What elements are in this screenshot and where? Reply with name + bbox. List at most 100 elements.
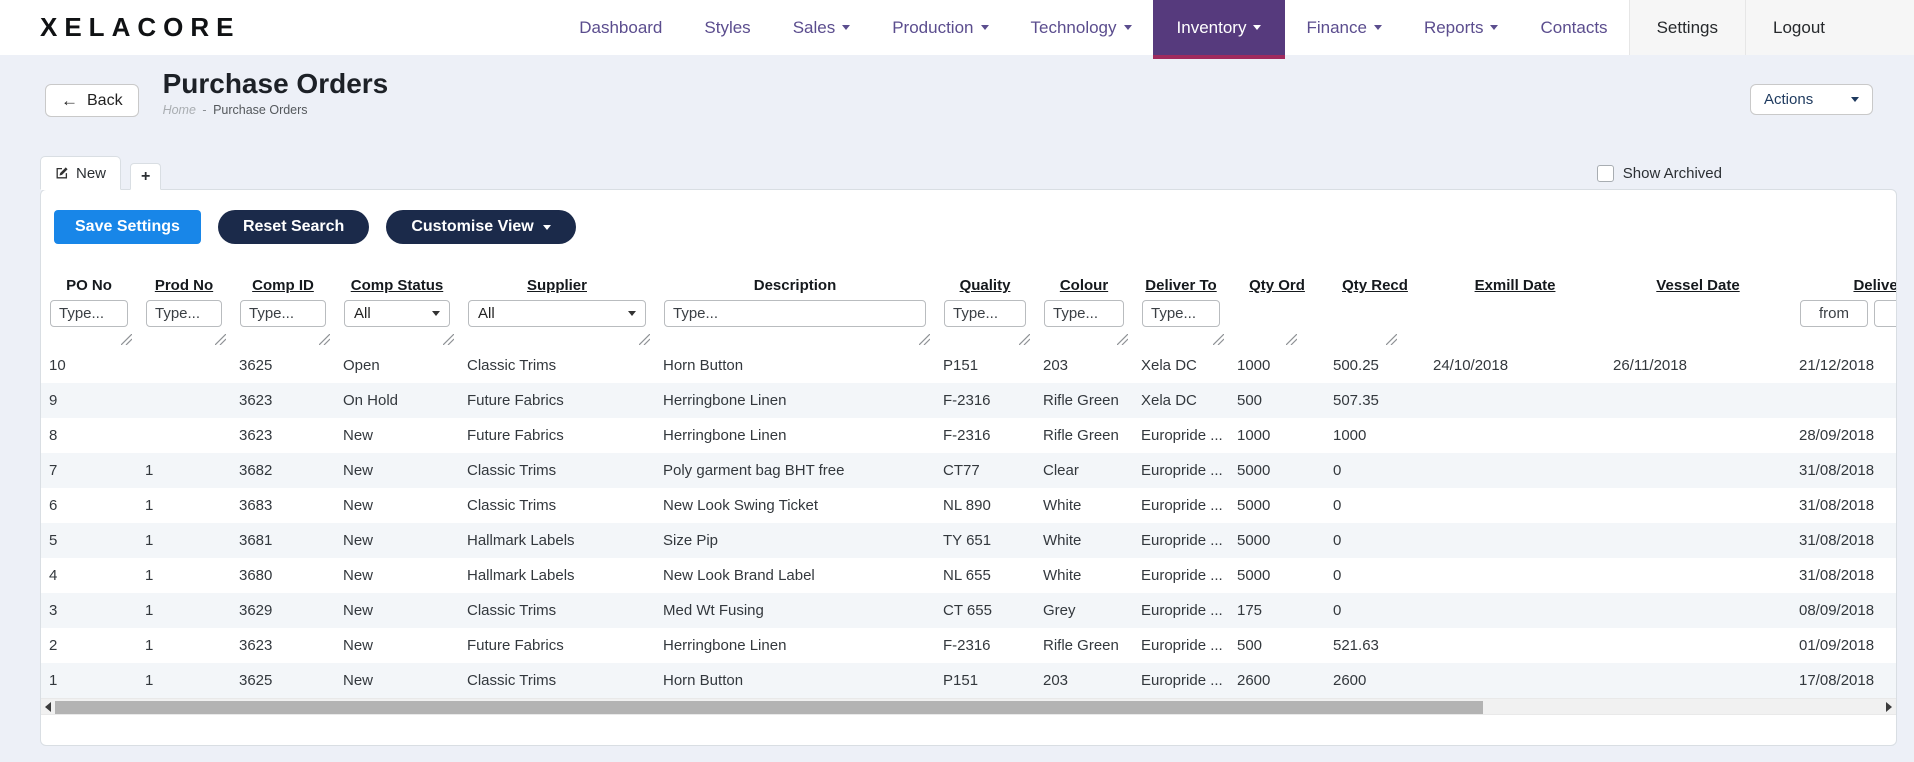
nav-item-sales[interactable]: Sales: [772, 0, 872, 55]
show-archived-checkbox[interactable]: [1596, 164, 1614, 182]
nav-item-logout[interactable]: Logout: [1745, 0, 1852, 55]
resize-grip-icon[interactable]: [1116, 333, 1129, 346]
cell-description: Herringbone Linen: [663, 637, 787, 654]
show-archived-control: Show Archived: [1596, 164, 1722, 182]
nav-item-technology[interactable]: Technology: [1010, 0, 1153, 55]
filter-cell-quality: [935, 300, 1035, 348]
cell-prod-no: 1: [145, 567, 154, 584]
filter-input-description[interactable]: [664, 300, 926, 327]
actions-dropdown-button[interactable]: Actions: [1750, 84, 1873, 115]
resize-grip-icon[interactable]: [918, 333, 931, 346]
cell-quality: NL 890: [943, 497, 991, 514]
table-row[interactable]: 10 3625 Open Classic Trims Horn Button P151 20…: [41, 348, 1896, 383]
table-row[interactable]: 7 1 3682 New Classic Trims Poly garment bag B…: [41, 453, 1896, 488]
filter-cell-po-no: [41, 300, 137, 348]
resize-grip-icon[interactable]: [442, 333, 455, 346]
column-header-supplier[interactable]: Supplier: [459, 277, 655, 300]
column-header-comp-id[interactable]: Comp ID: [231, 277, 335, 300]
column-header-po-no: PO No: [66, 277, 112, 294]
horizontal-scrollbar[interactable]: [41, 698, 1896, 715]
nav-item-finance[interactable]: Finance: [1285, 0, 1402, 55]
cell-description: Size Pip: [663, 532, 719, 549]
reset-search-button[interactable]: Reset Search: [217, 210, 370, 244]
caret-down-icon: [1490, 25, 1499, 30]
scroll-left-arrow-icon[interactable]: [45, 702, 51, 712]
filter-cell-prod-no: [137, 300, 231, 348]
breadcrumb-home[interactable]: Home: [163, 103, 196, 117]
column-header-colour[interactable]: Colour: [1035, 277, 1133, 300]
cell-qty-ord: 5000: [1237, 567, 1271, 584]
filter-cell-comp-id: [231, 300, 335, 348]
filter-input-comp-id[interactable]: [240, 300, 326, 327]
resize-grip-icon[interactable]: [1018, 333, 1031, 346]
column-header-quality[interactable]: Quality: [935, 277, 1035, 300]
resize-grip-icon[interactable]: [1385, 333, 1398, 346]
nav-item-contacts[interactable]: Contacts: [1519, 0, 1628, 55]
nav-item-production[interactable]: Production: [871, 0, 1009, 55]
table-row[interactable]: 3 1 3629 New Classic Trims Med Wt Fusing CT 65…: [41, 593, 1896, 628]
breadcrumb-current: Purchase Orders: [213, 103, 308, 117]
table-row[interactable]: 9 3623 On Hold Future Fabrics Herringbone Li…: [41, 383, 1896, 418]
filter-select-comp-status[interactable]: All: [344, 300, 450, 327]
column-header-qty-ord[interactable]: Qty Ord: [1229, 277, 1325, 300]
resize-grip-icon[interactable]: [318, 333, 331, 346]
column-header-comp-status[interactable]: Comp Status: [335, 277, 459, 300]
resize-grip-icon[interactable]: [1212, 333, 1225, 346]
nav-item-dashboard[interactable]: Dashboard: [558, 0, 683, 55]
nav-item-reports[interactable]: Reports: [1403, 0, 1520, 55]
scroll-right-arrow-icon[interactable]: [1886, 702, 1892, 712]
column-header-prod-no[interactable]: Prod No: [137, 277, 231, 300]
filter-input-quality[interactable]: [944, 300, 1026, 327]
column-header-deliver-to[interactable]: Deliver To: [1133, 277, 1229, 300]
cell-prod-no: 1: [145, 672, 154, 689]
resize-grip-icon[interactable]: [214, 333, 227, 346]
filter-input-colour[interactable]: [1044, 300, 1124, 327]
cell-supplier: Classic Trims: [467, 672, 557, 689]
filter-input-po-no[interactable]: [50, 300, 128, 327]
table-row[interactable]: 4 1 3680 New Hallmark Labels New Look Brand L…: [41, 558, 1896, 593]
cell-qty-recd: 0: [1333, 602, 1342, 619]
filter-input-deliver-to[interactable]: [1142, 300, 1220, 327]
filter-select-supplier[interactable]: All: [468, 300, 646, 327]
table-row[interactable]: 1 1 3625 New Classic Trims Horn Button P151 203…: [41, 663, 1896, 698]
nav-item-inventory[interactable]: Inventory: [1152, 0, 1286, 59]
table-row[interactable]: 8 3623 New Future Fabrics Herringbone Linen F…: [41, 418, 1896, 453]
resize-grip-icon[interactable]: [120, 333, 133, 346]
cell-colour: Rifle Green: [1043, 427, 1119, 444]
customise-view-button[interactable]: Customise View: [386, 210, 576, 244]
column-header-vessel-date[interactable]: Vessel Date: [1605, 277, 1791, 300]
cell-delivery-date: 17/08/2018: [1799, 672, 1875, 689]
cell-qty-ord: 5000: [1237, 497, 1271, 514]
resize-grip-icon[interactable]: [638, 333, 651, 346]
cell-comp-status: New: [343, 637, 374, 654]
cell-description: Horn Button: [663, 672, 744, 689]
cell-description: New Look Brand Label: [663, 567, 815, 584]
table-row[interactable]: 2 1 3623 New Future Fabrics Herringbone Linen…: [41, 628, 1896, 663]
nav-item-settings[interactable]: Settings: [1628, 0, 1745, 55]
filter-input-prod-no[interactable]: [146, 300, 222, 327]
caret-down-icon: [980, 25, 989, 30]
column-header-delivery-date[interactable]: Delivery Date: [1791, 277, 1896, 300]
cell-qty-ord: 5000: [1237, 462, 1271, 479]
nav-item-styles[interactable]: Styles: [683, 0, 771, 55]
column-header-exmill-date[interactable]: Exmill Date: [1425, 277, 1605, 300]
back-arrow-icon: ←: [61, 91, 78, 110]
column-header-qty-recd[interactable]: Qty Recd: [1325, 277, 1425, 300]
cell-supplier: Future Fabrics: [467, 392, 564, 409]
scrollbar-thumb[interactable]: [55, 701, 1484, 714]
back-button[interactable]: ← Back: [45, 84, 139, 117]
table-row[interactable]: 5 1 3681 New Hallmark Labels Size Pip TY 651 Wh…: [41, 523, 1896, 558]
filter-from-input[interactable]: [1800, 300, 1868, 327]
purchase-orders-panel: Save Settings Reset Search Customise Vie…: [40, 189, 1897, 746]
filter-to-input[interactable]: [1874, 300, 1896, 327]
tab-new[interactable]: New: [40, 156, 122, 190]
cell-comp-status: New: [343, 567, 374, 584]
filter-cell-qty-ord: [1229, 300, 1325, 348]
cell-quality: NL 655: [943, 567, 991, 584]
tab-add-button[interactable]: +: [130, 163, 162, 190]
page-header: ← Back Purchase Orders Home - Purchase O…: [0, 55, 1914, 145]
resize-grip-icon[interactable]: [1285, 333, 1298, 346]
save-settings-button[interactable]: Save Settings: [54, 210, 201, 244]
table-row[interactable]: 6 1 3683 New Classic Trims New Look Swing Tic…: [41, 488, 1896, 523]
show-archived-label: Show Archived: [1622, 164, 1722, 182]
